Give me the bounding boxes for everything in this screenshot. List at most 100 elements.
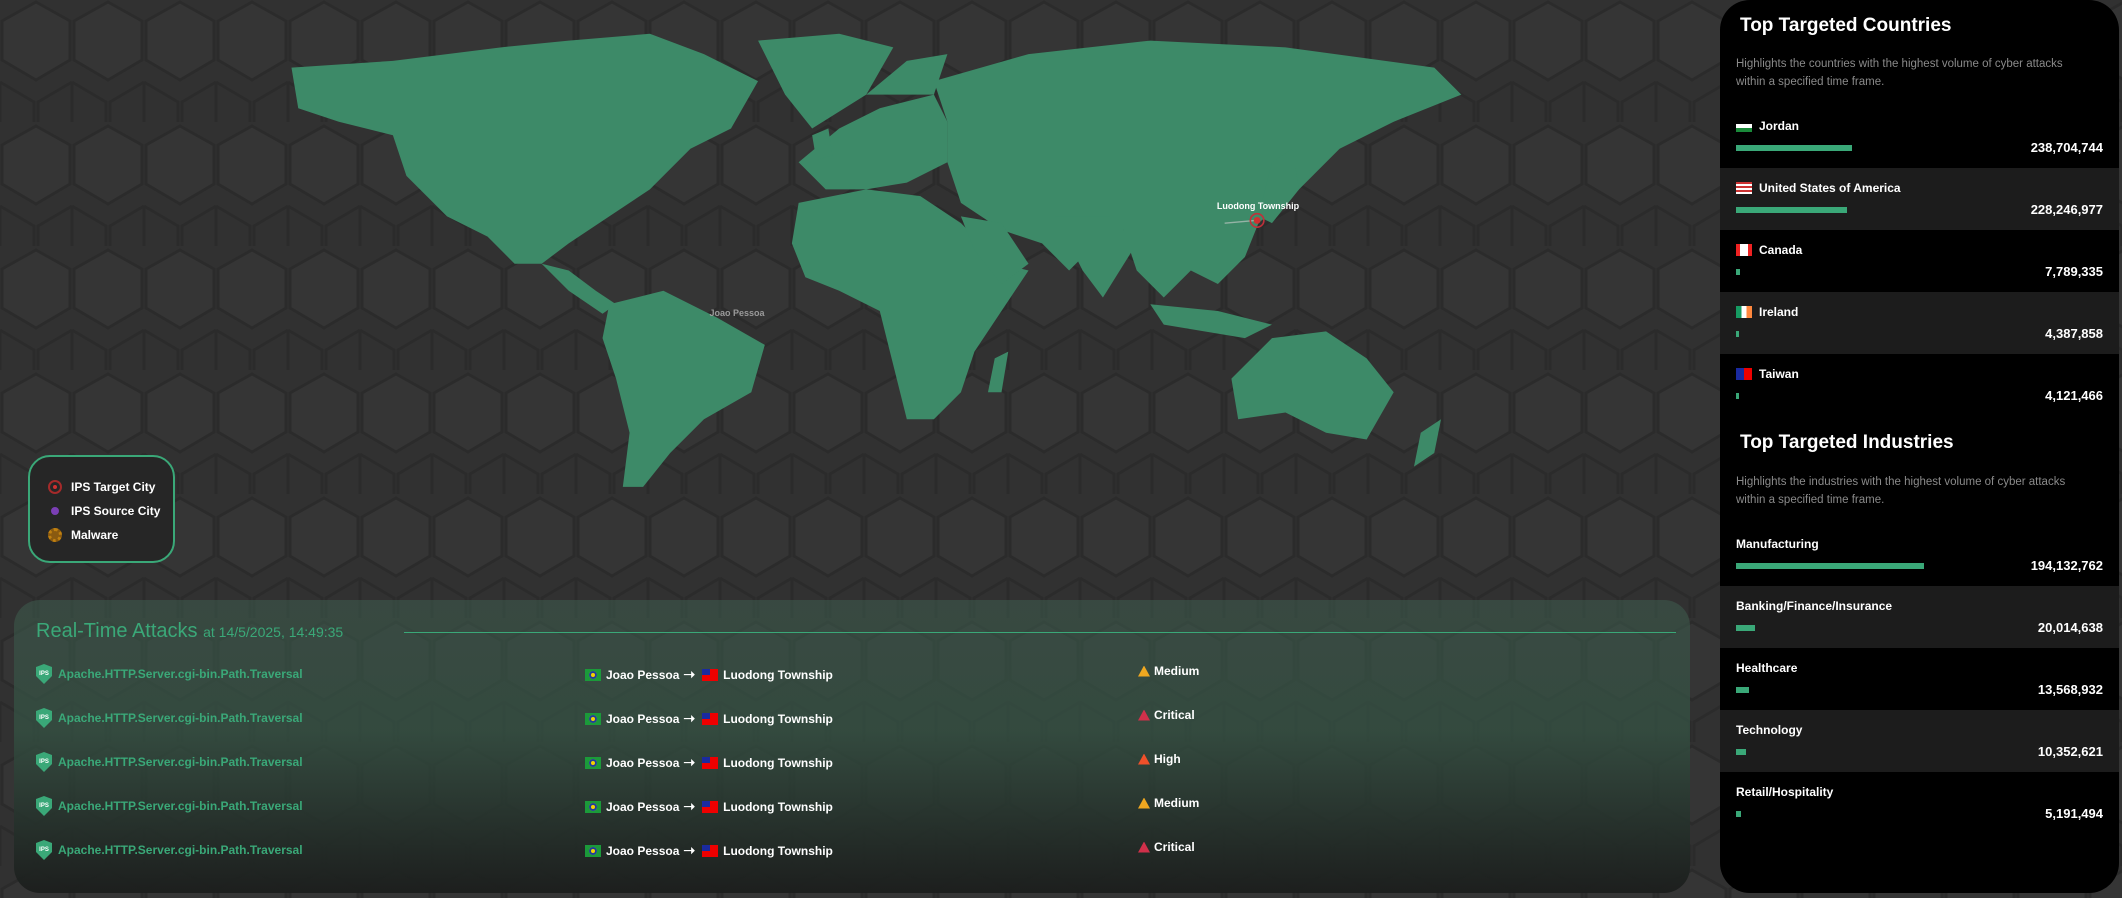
landmass xyxy=(602,290,765,487)
industries-row[interactable]: Technology 10,352,621 xyxy=(1720,710,2119,772)
row-name: Retail/Hospitality xyxy=(1736,785,1834,799)
row-label: Banking/Finance/Insurance xyxy=(1736,599,1892,613)
target-marker-dot xyxy=(1253,217,1261,224)
countries-row[interactable]: United States of America 228,246,977 xyxy=(1720,168,2119,230)
target-city: Luodong Township xyxy=(723,711,833,726)
brazil-flag-icon xyxy=(585,800,601,813)
attack-name[interactable]: IPS Apache.HTTP.Server.cgi-bin.Path.Trave… xyxy=(36,664,303,684)
source-city: Joao Pessoa xyxy=(606,755,680,770)
row-name: Manufacturing xyxy=(1736,537,1819,551)
severity-label: High xyxy=(1154,752,1181,766)
severity-label: Medium xyxy=(1154,664,1200,678)
real-time-attacks-panel: Real-Time Attacks at 14/5/2025, 14:49:35… xyxy=(14,600,1690,893)
target-circle-icon xyxy=(48,480,62,494)
industries-row[interactable]: Manufacturing 194,132,762 xyxy=(1720,524,2119,586)
row-name: Canada xyxy=(1759,243,1803,257)
volume-bar xyxy=(1736,811,1741,817)
map-legend: IPS Target City IPS Source City Malware xyxy=(28,455,175,563)
volume-bar xyxy=(1736,625,1756,631)
arrow-right-icon: ➝ xyxy=(683,710,696,726)
attack-row[interactable]: IPS Apache.HTTP.Server.cgi-bin.Path.Trave… xyxy=(14,752,1690,782)
source-city: Joao Pessoa xyxy=(606,799,680,814)
industries-row[interactable]: Retail/Hospitality 5,191,494 xyxy=(1720,772,2119,834)
brazil-flag-icon xyxy=(585,756,601,769)
legend-item-source: IPS Source City xyxy=(30,499,173,523)
attack-name[interactable]: IPS Apache.HTTP.Server.cgi-bin.Path.Trave… xyxy=(36,796,303,816)
attack-row[interactable]: IPS Apache.HTTP.Server.cgi-bin.Path.Trave… xyxy=(14,840,1690,870)
row-label: Ireland xyxy=(1736,305,1798,319)
countries-row[interactable]: Jordan 238,704,744 xyxy=(1720,106,2119,168)
attack-row[interactable]: IPS Apache.HTTP.Server.cgi-bin.Path.Trave… xyxy=(14,796,1690,826)
row-value: 20,014,638 xyxy=(2037,620,2103,635)
legend-label: Malware xyxy=(71,528,119,542)
attack-row[interactable]: IPS Apache.HTTP.Server.cgi-bin.Path.Trave… xyxy=(14,708,1690,738)
warning-icon xyxy=(1138,753,1150,765)
arrow-right-icon: ➝ xyxy=(683,842,696,858)
brazil-flag-icon xyxy=(585,712,601,725)
countries-description: Highlights the countries with the highes… xyxy=(1736,58,2063,88)
attack-name[interactable]: IPS Apache.HTTP.Server.cgi-bin.Path.Trave… xyxy=(36,840,303,860)
row-value: 4,121,466 xyxy=(2045,388,2103,403)
row-label: Canada xyxy=(1736,243,1802,257)
attacks-title: Real-Time Attacks at 14/5/2025, 14:49:35 xyxy=(36,620,343,643)
row-label: Taiwan xyxy=(1736,367,1799,381)
warning-icon xyxy=(1138,709,1150,721)
legend-item-target: IPS Target City xyxy=(30,475,173,499)
landmass xyxy=(987,351,1009,393)
attack-route: Joao Pessoa ➝ Luodong Township xyxy=(585,754,833,771)
brazil-flag-icon xyxy=(585,844,601,857)
countries-row[interactable]: Taiwan 4,121,466 xyxy=(1720,354,2119,416)
volume-bar xyxy=(1736,207,1847,213)
attack-name[interactable]: IPS Apache.HTTP.Server.cgi-bin.Path.Trave… xyxy=(36,708,303,728)
row-name: Banking/Finance/Insurance xyxy=(1736,599,1893,613)
countries-row[interactable]: Canada 7,789,335 xyxy=(1720,230,2119,292)
warning-icon xyxy=(1138,797,1150,809)
source-city: Joao Pessoa xyxy=(606,667,680,682)
landmass xyxy=(1150,304,1272,339)
attack-signature: Apache.HTTP.Server.cgi-bin.Path.Traversa… xyxy=(58,799,303,813)
countries-row[interactable]: Ireland 4,387,858 xyxy=(1720,292,2119,354)
row-value: 228,246,977 xyxy=(2030,202,2103,217)
attack-row[interactable]: IPS Apache.HTTP.Server.cgi-bin.Path.Trave… xyxy=(14,664,1690,694)
attack-route: Joao Pessoa ➝ Luodong Township xyxy=(585,666,833,683)
ips-shield-icon: IPS xyxy=(36,664,52,684)
attack-route: Joao Pessoa ➝ Luodong Township xyxy=(585,710,833,727)
target-city: Luodong Township xyxy=(723,799,833,814)
row-name: Ireland xyxy=(1759,305,1799,319)
industries-row[interactable]: Banking/Finance/Insurance 20,014,638 xyxy=(1720,586,2119,648)
countries-title: Top Targeted Countries xyxy=(1740,15,1952,36)
row-name: Jordan xyxy=(1759,119,1800,133)
warning-icon xyxy=(1138,841,1150,853)
taiwan-flag-icon xyxy=(702,712,719,725)
map-label-source: Joao Pessoa xyxy=(709,308,765,318)
landmass xyxy=(541,263,617,314)
attack-signature: Apache.HTTP.Server.cgi-bin.Path.Traversa… xyxy=(58,843,303,857)
warning-icon xyxy=(1138,665,1150,677)
source-city: Joao Pessoa xyxy=(606,711,680,726)
taiwan-flag-icon xyxy=(702,756,719,769)
arrow-right-icon: ➝ xyxy=(683,754,696,770)
volume-bar xyxy=(1736,563,1924,569)
taiwan-flag-icon xyxy=(702,800,719,813)
row-label: Jordan xyxy=(1736,119,1799,133)
row-label: Healthcare xyxy=(1736,661,1797,675)
row-value: 238,704,744 xyxy=(2030,140,2103,155)
ips-shield-icon: IPS xyxy=(36,752,52,772)
industries-row[interactable]: Healthcare 13,568,932 xyxy=(1720,648,2119,710)
severity-label: Critical xyxy=(1154,840,1195,854)
attacks-timestamp: at 14/5/2025, 14:49:35 xyxy=(203,624,344,640)
industries-description: Highlights the industries with the highe… xyxy=(1736,476,2066,506)
volume-bar xyxy=(1736,331,1739,337)
landmass xyxy=(1413,419,1442,467)
landmass xyxy=(291,33,759,264)
severity-label: Critical xyxy=(1154,708,1195,722)
target-city: Luodong Township xyxy=(723,755,833,770)
arrow-right-icon: ➝ xyxy=(683,666,696,682)
volume-bar xyxy=(1736,393,1739,399)
attack-signature: Apache.HTTP.Server.cgi-bin.Path.Traversa… xyxy=(58,755,303,769)
attack-route: Joao Pessoa ➝ Luodong Township xyxy=(585,842,833,859)
attack-name[interactable]: IPS Apache.HTTP.Server.cgi-bin.Path.Trave… xyxy=(36,752,303,772)
row-value: 194,132,762 xyxy=(2030,558,2103,573)
attack-signature: Apache.HTTP.Server.cgi-bin.Path.Traversa… xyxy=(58,711,303,725)
landmass xyxy=(1231,331,1394,440)
